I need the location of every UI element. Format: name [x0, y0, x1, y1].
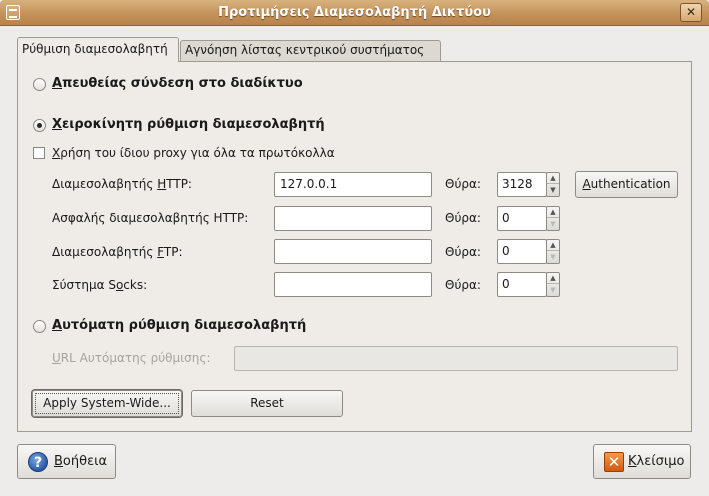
https-port-input[interactable]: 0	[497, 206, 547, 231]
ftp-port-input[interactable]: 0	[497, 239, 547, 264]
http-port-spinner[interactable]: ▲ ▼	[546, 172, 560, 197]
direct-connection-radio[interactable]	[33, 78, 46, 91]
socks-port-input[interactable]: 0	[497, 272, 547, 297]
spin-up-icon[interactable]: ▲	[547, 240, 559, 251]
close-button-label: Κλείσιμο	[628, 454, 685, 469]
close-icon: ✕	[604, 452, 624, 472]
ftp-host-input[interactable]	[274, 239, 432, 264]
https-proxy-label: Ασφαλής διαμεσολαβητής HTTP:	[52, 211, 249, 225]
autoconfig-url-label: URL Αυτόματης ρύθμισης:	[52, 351, 211, 365]
socks-host-input[interactable]	[274, 272, 432, 297]
socks-host-label: Σύστημα Socks:	[52, 278, 148, 292]
ftp-proxy-label: Διαμεσολαβητής FTP:	[52, 245, 183, 259]
http-port-label: Θύρα:	[445, 177, 481, 191]
tab-ignore-hosts[interactable]: Αγνόηση λίστας κεντρικού συστήματος	[180, 40, 441, 61]
same-proxy-checkbox[interactable]	[33, 147, 45, 159]
close-button[interactable]: ✕ Κλείσιμο	[593, 444, 691, 479]
spin-down-icon[interactable]: ▼	[547, 219, 559, 230]
window-title: Προτιμήσεις Διαμεσολαβητή Δικτύου	[218, 5, 491, 20]
https-host-input[interactable]	[274, 206, 432, 231]
direct-connection-label[interactable]: Απευθείας σύνδεση στο διαδίκτυο	[52, 76, 303, 91]
spin-up-icon[interactable]: ▲	[547, 273, 559, 284]
auto-proxy-label[interactable]: Αυτόματη ρύθμιση διαμεσολαβητή	[52, 318, 306, 333]
spin-down-icon[interactable]: ▼	[547, 252, 559, 263]
http-host-input[interactable]: 127.0.0.1	[274, 172, 432, 197]
window-close-button[interactable]: ✕	[680, 3, 702, 22]
apply-system-wide-button[interactable]: Apply System-Wide...	[32, 390, 182, 417]
spin-up-icon[interactable]: ▲	[547, 207, 559, 218]
authentication-button[interactable]: Authentication	[575, 171, 678, 198]
autoconfig-url-input[interactable]	[234, 346, 678, 371]
https-port-label: Θύρα:	[445, 211, 481, 225]
spin-up-icon[interactable]: ▲	[547, 173, 559, 184]
spin-down-icon[interactable]: ▼	[547, 285, 559, 296]
help-icon: ?	[28, 452, 48, 472]
tab-proxy-configuration[interactable]: Ρύθμιση διαμεσολαβητή	[17, 37, 179, 62]
same-proxy-label[interactable]: Χρήση του ίδιου proxy για όλα τα πρωτόκο…	[52, 146, 335, 160]
ftp-port-spinner[interactable]: ▲ ▼	[546, 239, 560, 264]
socks-port-label: Θύρα:	[445, 278, 481, 292]
ftp-port-label: Θύρα:	[445, 245, 481, 259]
help-button-label: Βοήθεια	[54, 454, 108, 469]
manual-proxy-radio[interactable]	[33, 119, 46, 132]
spin-down-icon[interactable]: ▼	[547, 185, 559, 196]
auto-proxy-radio[interactable]	[33, 320, 46, 333]
https-port-spinner[interactable]: ▲ ▼	[546, 206, 560, 231]
reset-button[interactable]: Reset	[191, 390, 343, 417]
socks-port-spinner[interactable]: ▲ ▼	[546, 272, 560, 297]
manual-proxy-label[interactable]: Χειροκίνητη ρύθμιση διαμεσολαβητή	[52, 117, 325, 132]
http-port-input[interactable]: 3128	[497, 172, 547, 197]
help-button[interactable]: ? Βοήθεια	[17, 444, 116, 479]
http-proxy-label: Διαμεσολαβητής HTTP:	[52, 177, 192, 191]
